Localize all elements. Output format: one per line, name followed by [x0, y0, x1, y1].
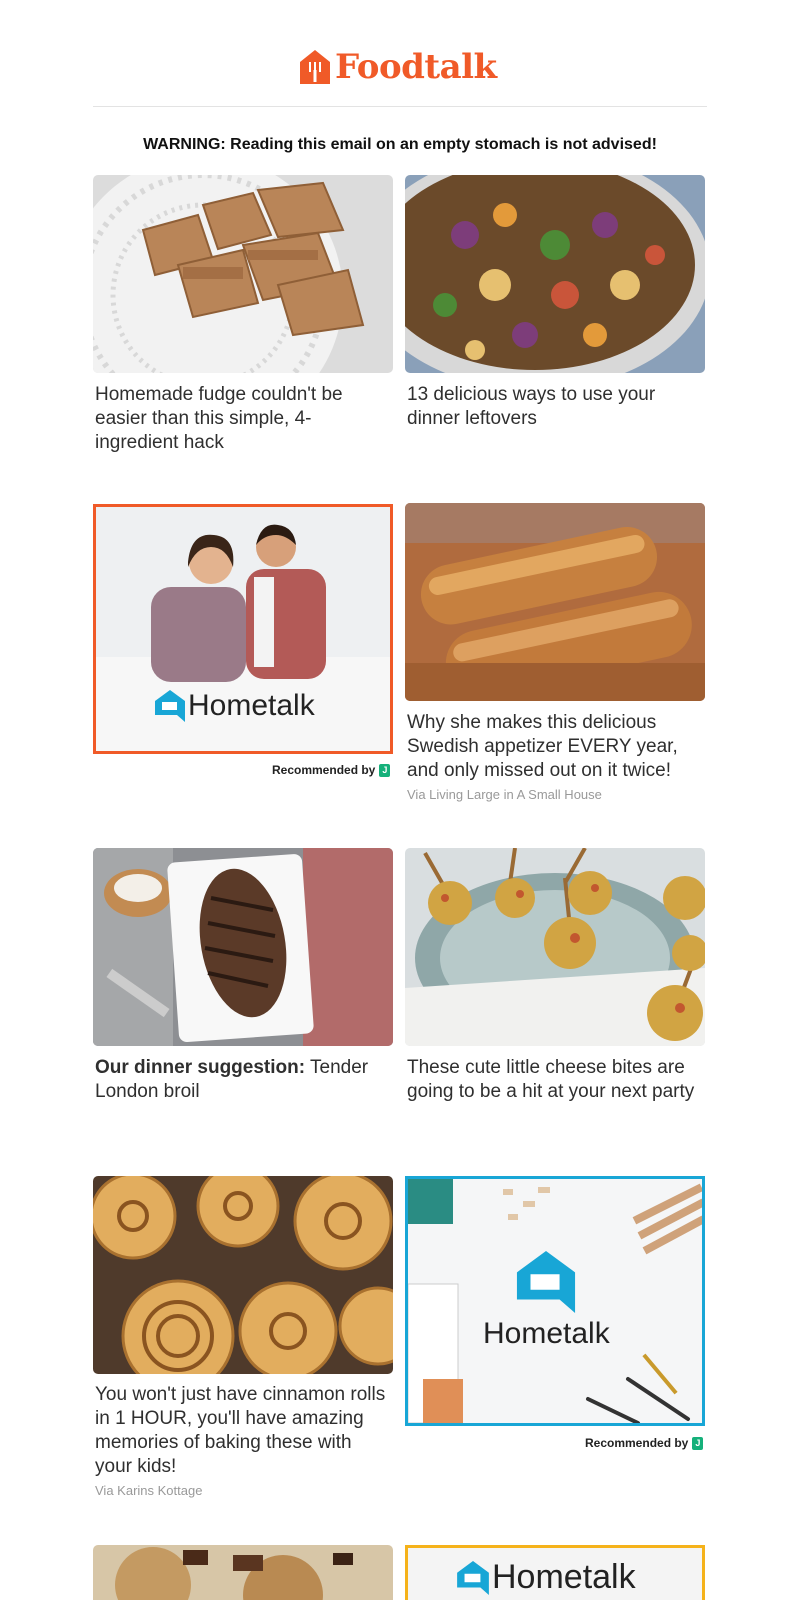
article-title[interactable]: Homemade fudge couldn't be easier than t… — [95, 383, 393, 455]
hometalk-logo: Hometalk — [154, 689, 315, 723]
hometalk-logo: Hometalk — [483, 1249, 610, 1351]
chef-hat-icon — [300, 50, 330, 84]
recommender-icon: J — [379, 763, 391, 777]
recommender-icon: J — [692, 1436, 704, 1450]
article-title[interactable]: 13 delicious ways to use your dinner lef… — [407, 383, 705, 431]
hometalk-brand: Hometalk — [483, 1317, 610, 1350]
brand-name: Foodtalk — [335, 47, 497, 87]
recommended-by-label[interactable]: Recommended by J — [272, 763, 391, 777]
article-title[interactable]: Why she makes this delicious Swedish app… — [407, 711, 705, 783]
cheese-bites-image[interactable] — [405, 848, 705, 1046]
article-title[interactable]: Our dinner suggestion: Tender London bro… — [95, 1056, 393, 1104]
hometalk-ad-yellow[interactable]: Hometalk — [405, 1545, 705, 1600]
article-title[interactable]: You won't just have cinnamon rolls in 1 … — [95, 1383, 393, 1479]
title-emphasis: Our dinner suggestion: — [95, 1057, 306, 1078]
hometalk-house-icon — [155, 690, 185, 722]
cinnamon-rolls-image[interactable] — [93, 1176, 393, 1374]
email-header: Foodtalk — [93, 40, 707, 107]
hometalk-brand: Hometalk — [492, 1558, 636, 1596]
sausage-image[interactable] — [405, 503, 705, 701]
article-source[interactable]: Via Karins Kottage — [95, 1483, 202, 1498]
recommended-by-label[interactable]: Recommended by J — [585, 1436, 704, 1450]
foodtalk-logo[interactable]: Foodtalk — [298, 47, 497, 87]
steak-image[interactable] — [93, 848, 393, 1046]
hometalk-ad-orange[interactable]: Hometalk — [93, 504, 393, 754]
cookies-image[interactable] — [93, 1545, 393, 1600]
recommended-text: Recommended by — [272, 763, 376, 777]
hometalk-house-icon — [517, 1251, 576, 1313]
recommended-text: Recommended by — [585, 1436, 689, 1450]
article-source[interactable]: Via Living Large in A Small House — [407, 787, 602, 802]
hometalk-brand: Hometalk — [188, 689, 315, 722]
warning-text: WARNING: Reading this email on an empty … — [143, 136, 657, 153]
article-title[interactable]: These cute little cheese bites are going… — [407, 1056, 705, 1104]
fudge-image[interactable] — [93, 175, 393, 373]
hometalk-logo: Hometalk — [456, 1558, 636, 1597]
hometalk-ad-blue[interactable]: Hometalk — [405, 1176, 705, 1426]
stir-fry-image[interactable] — [405, 175, 705, 373]
hometalk-house-icon — [457, 1560, 489, 1595]
